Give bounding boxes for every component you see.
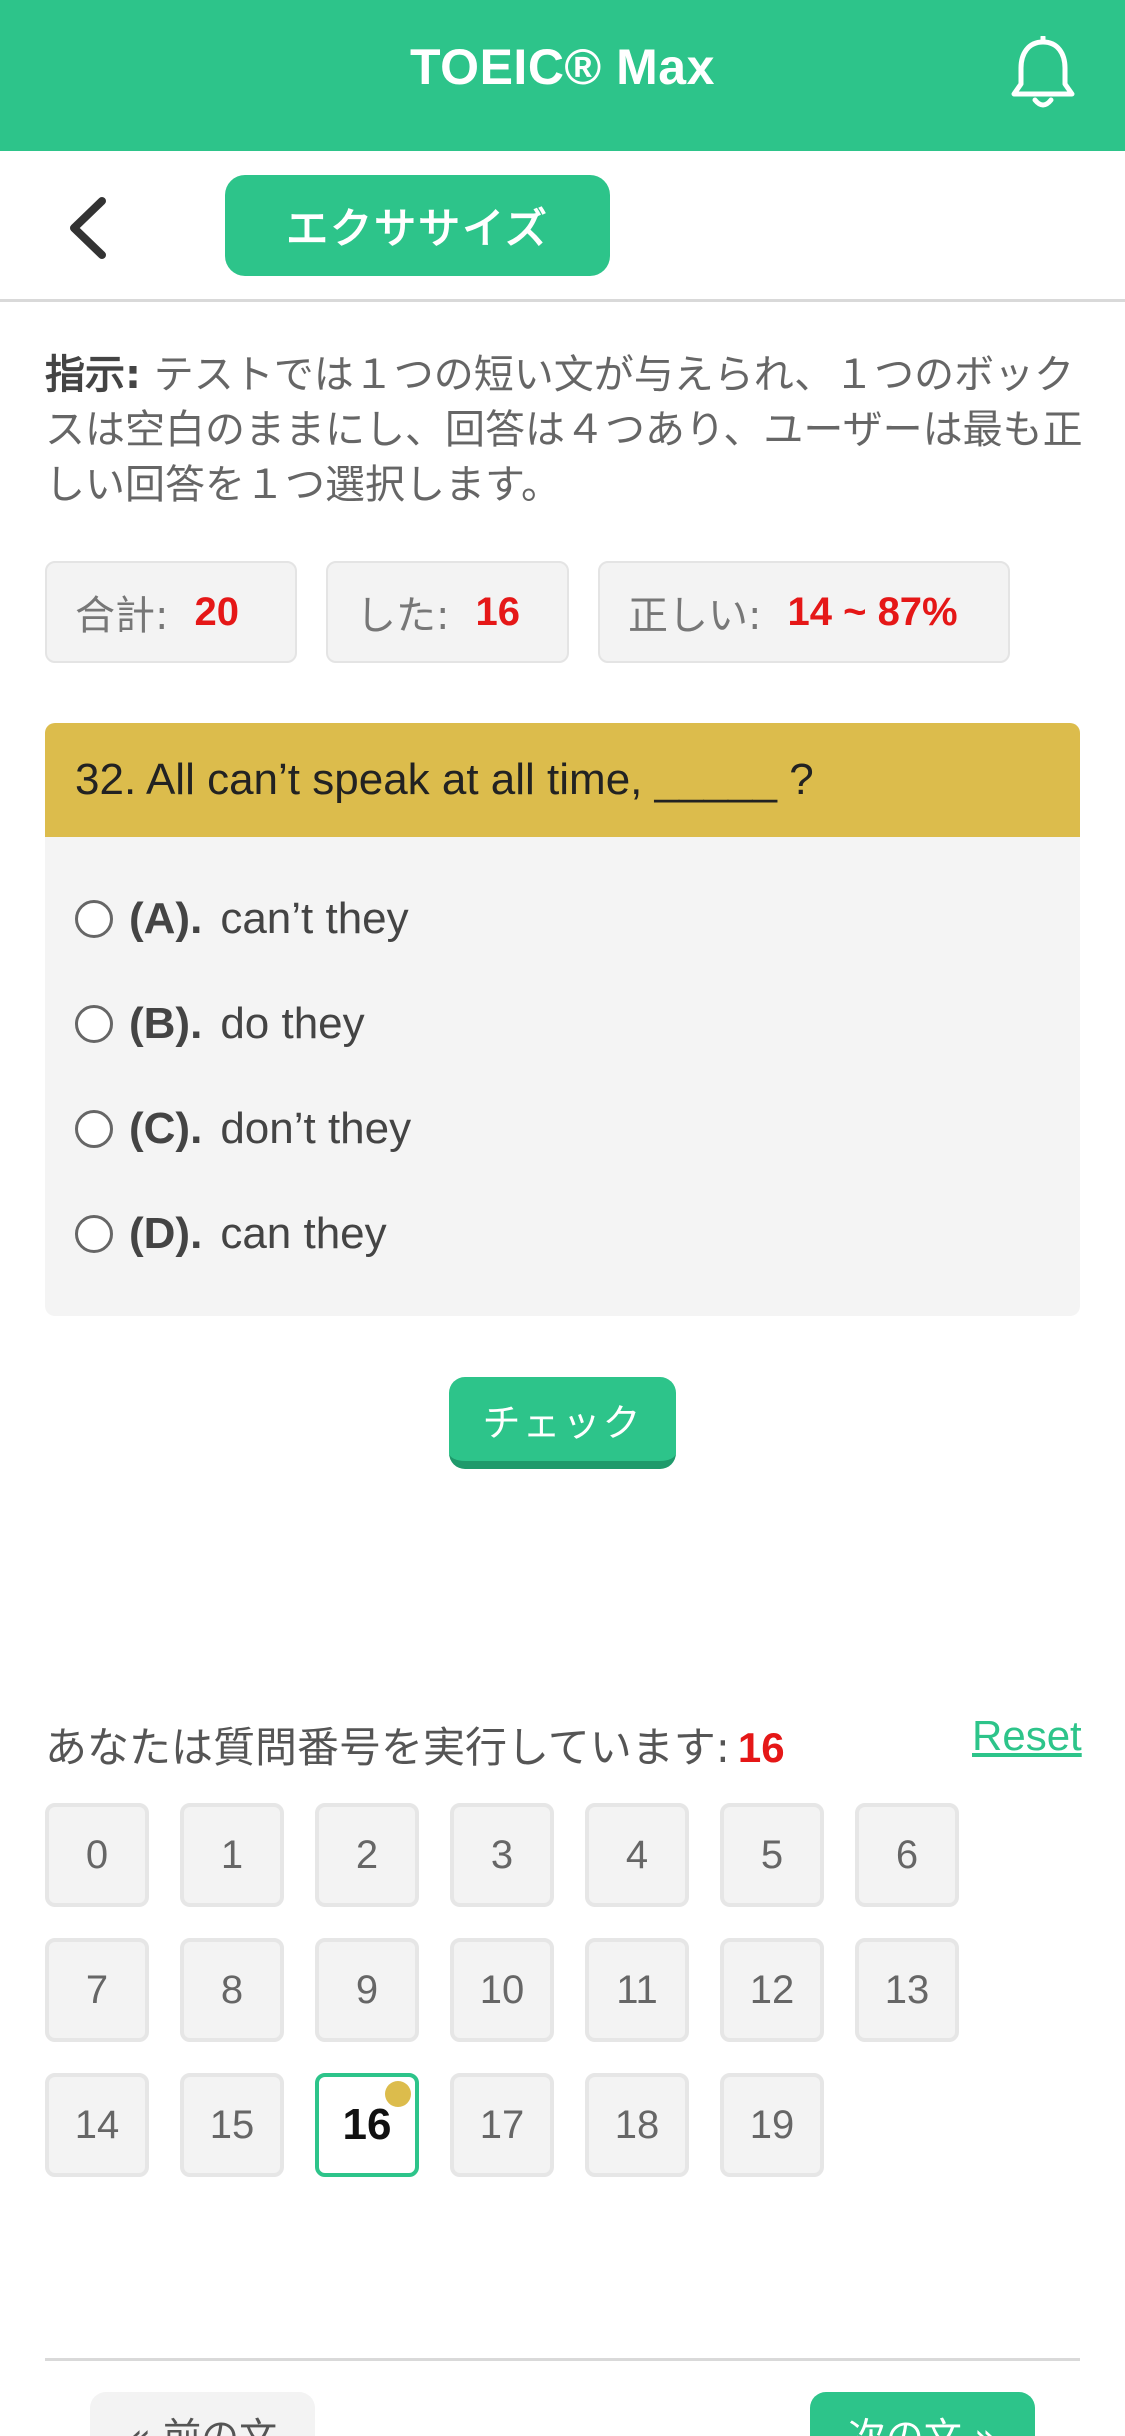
question-number-button[interactable]: 11 — [585, 1938, 689, 2042]
question-number-button[interactable]: 15 — [180, 2073, 284, 2177]
reset-link[interactable]: Reset — [972, 1712, 1082, 1760]
stat-correct-label: 正しい: — [628, 593, 762, 639]
question-number-button[interactable]: 8 — [180, 1938, 284, 2042]
instruction-body: テストでは１つの短い文が与えられ、１つのボックスは空白のままにし、回答は４つあり… — [45, 352, 1083, 508]
option-text: can they — [220, 1209, 387, 1258]
stat-correct-value: 14 ~ 87% — [787, 589, 958, 634]
question-number-button[interactable]: 14 — [45, 2073, 149, 2177]
current-indicator-dot — [385, 2081, 411, 2107]
question-text: 32. All can’t speak at all time, _____ ? — [45, 723, 1080, 837]
chevron-left-icon[interactable] — [60, 193, 120, 263]
question-number-button[interactable]: 17 — [450, 2073, 554, 2177]
bell-icon[interactable] — [1008, 36, 1078, 112]
question-card: 32. All can’t speak at all time, _____ ?… — [45, 723, 1080, 1316]
question-number-button[interactable]: 2 — [315, 1803, 419, 1907]
question-number-button[interactable]: 10 — [450, 1938, 554, 2042]
question-number-button[interactable]: 7 — [45, 1938, 149, 2042]
question-number-button[interactable]: 12 — [720, 1938, 824, 2042]
radio-c[interactable] — [75, 1110, 113, 1148]
stat-correct: 正しい: 14 ~ 87% — [598, 561, 1010, 663]
running-question: あなたは質問番号を実行しています: 16 — [45, 1714, 785, 1775]
option-text: do they — [220, 999, 365, 1048]
question-number-button[interactable]: 5 — [720, 1803, 824, 1907]
stat-total-label: 合計: — [75, 593, 169, 639]
radio-d[interactable] — [75, 1215, 113, 1253]
current-question-number: 16 — [737, 1724, 785, 1771]
option-text: don’t they — [220, 1104, 412, 1153]
option-letter: (B). — [129, 999, 203, 1048]
option-letter: (A). — [129, 894, 203, 943]
stat-done-label: した: — [356, 593, 450, 639]
divider — [45, 2358, 1080, 2361]
prev-sentence-button[interactable]: « 前の文 — [90, 2392, 315, 2436]
option-letter: (D). — [129, 1209, 203, 1258]
stat-done-value: 16 — [475, 589, 520, 634]
stat-total: 合計: 20 — [45, 561, 297, 663]
question-number-button[interactable]: 1 — [180, 1803, 284, 1907]
check-button[interactable]: チェック — [449, 1377, 676, 1469]
app-title: TOEIC® Max — [410, 39, 715, 95]
next-sentence-button[interactable]: 次の文 » — [810, 2392, 1035, 2436]
question-number-button-current[interactable]: 16 — [315, 2073, 419, 2177]
question-number-button[interactable]: 6 — [855, 1803, 959, 1907]
question-number-button[interactable]: 9 — [315, 1938, 419, 2042]
option-letter: (C). — [129, 1104, 203, 1153]
option-c[interactable]: (C). don’t they — [75, 1094, 411, 1164]
option-b[interactable]: (B). do they — [75, 989, 365, 1059]
instruction-label: 指示: — [45, 352, 141, 398]
question-number-button[interactable]: 18 — [585, 2073, 689, 2177]
question-number-button[interactable]: 13 — [855, 1938, 959, 2042]
radio-b[interactable] — [75, 1005, 113, 1043]
option-a[interactable]: (A). can’t they — [75, 884, 409, 954]
question-number-button[interactable]: 3 — [450, 1803, 554, 1907]
option-text: can’t they — [220, 894, 409, 943]
question-number-button[interactable]: 0 — [45, 1803, 149, 1907]
question-number-button[interactable]: 19 — [720, 2073, 824, 2177]
radio-a[interactable] — [75, 900, 113, 938]
tab-exercise[interactable]: エクササイズ — [225, 175, 610, 276]
question-number-button[interactable]: 4 — [585, 1803, 689, 1907]
stat-done: した: 16 — [326, 561, 569, 663]
running-label: あなたは質問番号を実行しています: — [45, 1723, 730, 1772]
question-number-label: 16 — [342, 2100, 392, 2149]
stat-total-value: 20 — [194, 589, 239, 634]
option-d[interactable]: (D). can they — [75, 1199, 387, 1269]
top-bar: TOEIC® Max — [0, 0, 1125, 151]
instruction-text: 指示: テストでは１つの短い文が与えられ、１つのボックスは空白のままにし、回答は… — [45, 348, 1085, 513]
sub-header: エクササイズ — [0, 151, 1125, 302]
